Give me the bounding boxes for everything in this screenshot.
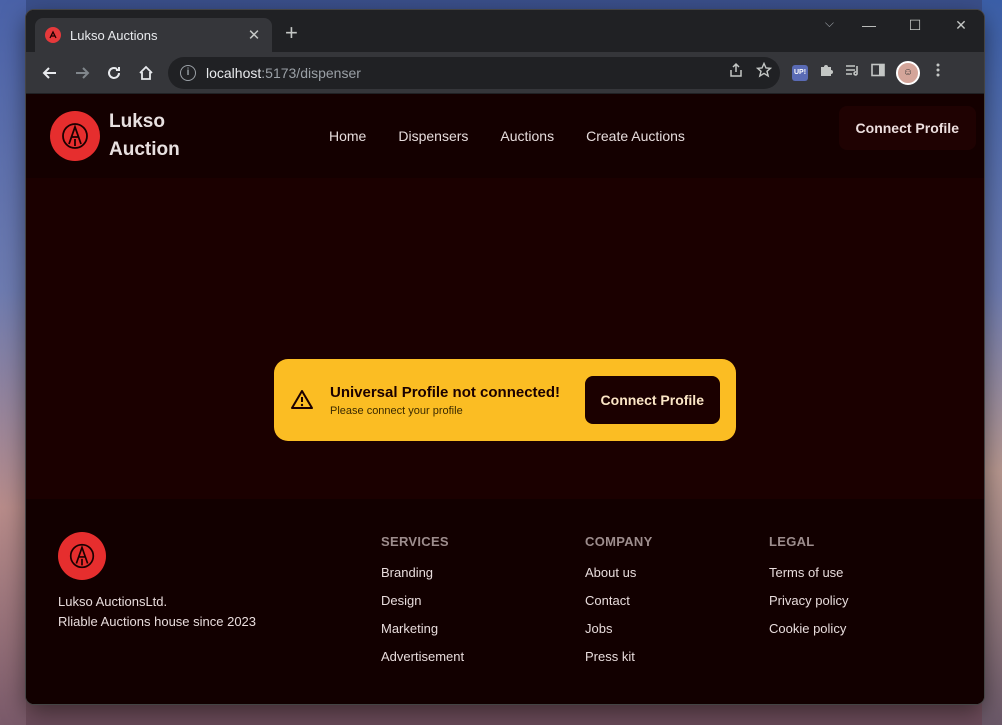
browser-tab[interactable]: Lukso Auctions ✕ [35, 18, 272, 52]
media-playlist-icon[interactable] [844, 62, 860, 83]
logo-icon[interactable] [50, 111, 100, 161]
nav-item-home[interactable]: Home [329, 128, 366, 144]
footer-link-about-us[interactable]: About us [585, 565, 653, 582]
menu-kebab-icon[interactable] [930, 62, 946, 83]
footer-link-advertisement[interactable]: Advertisement [381, 649, 464, 666]
favicon-icon [45, 27, 61, 43]
desktop-background-right [982, 0, 1002, 725]
footer-company-info: Lukso AuctionsLtd. Rliable Auctions hous… [58, 592, 256, 632]
reload-icon[interactable] [98, 57, 130, 89]
footer-company-name: Lukso AuctionsLtd. [58, 594, 168, 609]
footer-link-terms-of-use[interactable]: Terms of use [769, 565, 848, 582]
address-bar[interactable]: i localhost:5173/dispenser [168, 56, 780, 89]
window-controls: — ☐ ✕ [846, 10, 984, 40]
footer-column-company: COMPANY About us Contact Jobs Press kit [585, 534, 653, 677]
alert-title: Universal Profile not connected! [330, 383, 561, 401]
footer-column-title: COMPANY [585, 534, 653, 549]
footer-column-title: LEGAL [769, 534, 815, 549]
footer-link-marketing[interactable]: Marketing [381, 621, 464, 638]
up-extension-icon[interactable]: UP! [792, 64, 808, 81]
new-tab-button[interactable]: + [285, 22, 298, 44]
alert-text: Universal Profile not connected! Please … [330, 384, 585, 417]
bookmark-star-icon[interactable] [755, 61, 773, 83]
brand-line-1: Lukso [109, 111, 165, 132]
url-host: localhost [206, 64, 262, 81]
page-content: Lukso Auction Home Dispensers Auctions C… [26, 94, 984, 704]
desktop-background [0, 0, 26, 725]
home-icon[interactable] [130, 57, 162, 89]
main-nav: Home Dispensers Auctions Create Auctions [329, 94, 685, 178]
share-icon[interactable] [728, 62, 744, 83]
footer-link-press-kit[interactable]: Press kit [585, 649, 653, 666]
site-footer: Lukso AuctionsLtd. Rliable Auctions hous… [26, 499, 984, 704]
footer-column-title: SERVICES [381, 534, 449, 549]
tab-search-icon[interactable]: ⌵ [825, 16, 834, 31]
puzzle-extensions-icon[interactable] [818, 62, 834, 83]
tab-title: Lukso Auctions [70, 27, 158, 43]
profile-avatar[interactable]: ☺ [896, 60, 920, 85]
nav-item-dispensers[interactable]: Dispensers [398, 128, 468, 144]
footer-link-design[interactable]: Design [381, 593, 464, 610]
footer-link-contact[interactable]: Contact [585, 593, 653, 610]
footer-link-cookie-policy[interactable]: Cookie policy [769, 621, 848, 638]
minimize-icon[interactable]: — [846, 10, 892, 40]
forward-arrow-icon[interactable] [66, 57, 98, 89]
browser-toolbar: i localhost:5173/dispenser UP! ☺ [26, 52, 984, 94]
alert-connect-profile-button[interactable]: Connect Profile [584, 376, 720, 424]
maximize-icon[interactable]: ☐ [892, 10, 938, 40]
header-connect-profile-button[interactable]: Connect Profile [838, 106, 976, 150]
nav-item-auctions[interactable]: Auctions [500, 128, 554, 144]
site-info-icon[interactable]: i [180, 64, 196, 81]
footer-logo-icon [58, 532, 106, 580]
close-tab-icon[interactable]: ✕ [246, 26, 262, 44]
warning-alert: Universal Profile not connected! Please … [274, 359, 736, 441]
footer-link-branding[interactable]: Branding [381, 565, 464, 582]
close-window-icon[interactable]: ✕ [938, 10, 984, 40]
side-panel-icon[interactable] [870, 62, 886, 83]
warning-triangle-icon [291, 390, 313, 409]
extensions-area: UP! ☺ [792, 60, 946, 85]
footer-company-tagline: Rliable Auctions house since 2023 [58, 614, 257, 629]
alert-subtitle: Please connect your profile [330, 404, 463, 417]
brand-name[interactable]: Lukso Auction [109, 108, 199, 164]
footer-link-privacy-policy[interactable]: Privacy policy [769, 593, 848, 610]
footer-column-legal: LEGAL Terms of use Privacy policy Cookie… [769, 534, 848, 649]
footer-column-services: SERVICES Branding Design Marketing Adver… [381, 534, 464, 677]
url-path: :5173/dispenser [261, 64, 361, 81]
back-arrow-icon[interactable] [34, 57, 66, 89]
tab-strip: Lukso Auctions ✕ + ⌵ — ☐ ✕ [26, 10, 984, 52]
nav-item-create-auctions[interactable]: Create Auctions [586, 128, 685, 144]
brand-line-2: Auction [109, 139, 180, 160]
site-header: Lukso Auction Home Dispensers Auctions C… [26, 94, 984, 178]
browser-window: Lukso Auctions ✕ + ⌵ — ☐ ✕ i localhost:5… [26, 10, 984, 704]
footer-link-jobs[interactable]: Jobs [585, 621, 653, 638]
